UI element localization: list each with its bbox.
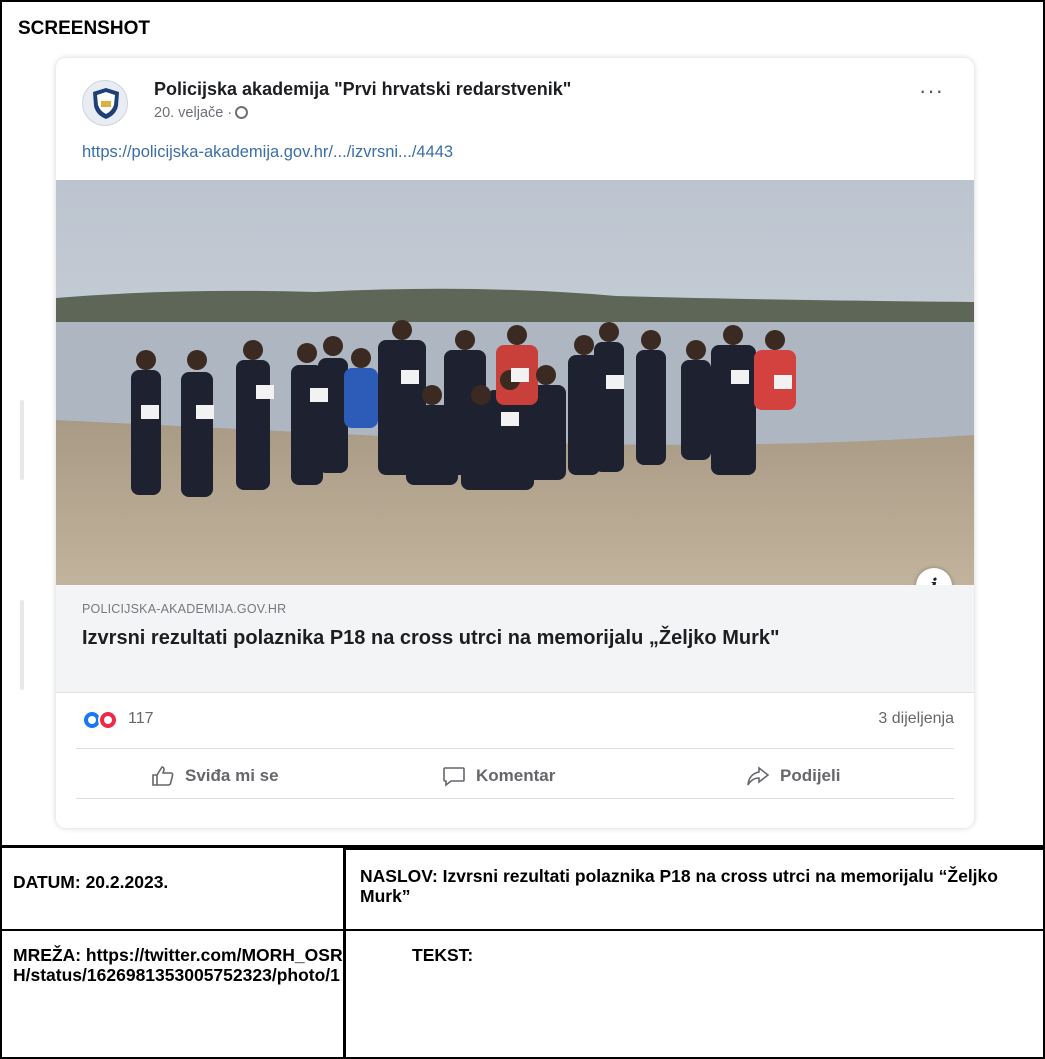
shares-count[interactable]: 3 dijeljenja xyxy=(878,710,954,728)
document-table: SCREENSHOT Policijska akademija "Prvi hr… xyxy=(0,0,1045,1059)
thumbs-up-icon xyxy=(152,766,174,786)
police-shield-icon xyxy=(93,88,119,119)
screenshot-cell: SCREENSHOT Policijska akademija "Prvi hr… xyxy=(0,0,1045,847)
globe-icon xyxy=(235,106,249,119)
link-preview[interactable]: POLICIJSKA-AKADEMIJA.GOV.HR Izvrsni rezu… xyxy=(56,585,974,693)
section-label: SCREENSHOT xyxy=(18,18,150,39)
group-photo-image xyxy=(56,180,974,585)
divider xyxy=(76,748,954,749)
table-rule xyxy=(0,929,1045,931)
page-edge-mark xyxy=(20,600,24,690)
divider xyxy=(76,798,954,799)
page-edge-mark xyxy=(20,400,24,480)
reaction-count: 117 xyxy=(128,710,154,727)
naslov-field: NASLOV: Izvrsni rezultati polaznika P18 … xyxy=(360,866,998,906)
comment-icon xyxy=(443,767,465,787)
like-label: Sviđa mi se xyxy=(185,766,279,785)
preview-title: Izvrsni rezultati polaznika P18 na cross… xyxy=(82,627,780,649)
page-name[interactable]: Policijska akademija "Prvi hrvatski reda… xyxy=(154,79,571,100)
table-rule xyxy=(343,847,346,1059)
share-button[interactable]: Podijeli xyxy=(746,762,840,790)
mreza-field: MREŽA: https://twitter.com/MORH_OSRH/sta… xyxy=(13,945,343,985)
love-reaction-icon xyxy=(98,710,118,730)
comment-label: Komentar xyxy=(476,766,556,785)
post-date[interactable]: 20. veljače · xyxy=(154,105,249,121)
post-date-text: 20. veljače · xyxy=(154,105,233,121)
table-rule xyxy=(345,845,1045,850)
post-photo[interactable] xyxy=(56,180,974,585)
datum-field: DATUM: 20.2.2023. xyxy=(13,872,169,892)
share-arrow-icon xyxy=(747,766,770,786)
like-button[interactable]: Sviđa mi se xyxy=(151,762,279,790)
comment-button[interactable]: Komentar xyxy=(442,762,555,790)
share-label: Podijeli xyxy=(780,766,841,785)
more-options-button[interactable]: ··· xyxy=(919,78,944,104)
preview-domain: POLICIJSKA-AKADEMIJA.GOV.HR xyxy=(82,602,287,616)
facebook-post-card: Policijska akademija "Prvi hrvatski reda… xyxy=(56,58,974,828)
post-link[interactable]: https://policijska-akademija.gov.hr/.../… xyxy=(82,143,453,162)
tekst-field: TEKST: xyxy=(412,945,474,965)
page-avatar[interactable] xyxy=(82,80,128,126)
